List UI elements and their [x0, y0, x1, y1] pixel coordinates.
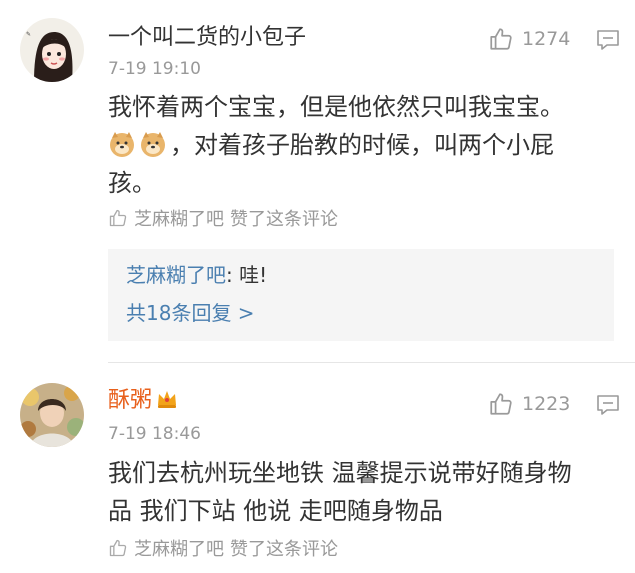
like-button[interactable]: 1223	[488, 391, 570, 417]
liked-by-suffix: 赞了这条评论	[230, 209, 338, 230]
avatar[interactable]: ✎	[20, 18, 84, 82]
comment-icon	[597, 395, 619, 415]
thumbs-up-small-icon	[109, 209, 127, 227]
comment-item: ✎ 一个叫二货的小包子 7-19 19:10 1274 我怀着两个宝宝，但是他依…	[0, 0, 635, 360]
thumbs-up-small-icon	[109, 539, 127, 557]
reply-button[interactable]	[596, 29, 620, 55]
comment-text-line: 我们去杭州玩坐地铁 温馨提示说带好随身物	[108, 459, 572, 487]
username-text: 酥粥	[108, 388, 153, 413]
reply-text: : 哇!	[226, 263, 268, 287]
comment-text-segment: ，对着孩子胎教的时候，叫两个小屁	[170, 131, 554, 159]
comment-icon	[597, 30, 619, 50]
avatar[interactable]	[20, 383, 84, 447]
reply-preview: 芝麻糊了吧: 哇!	[126, 261, 267, 289]
like-count: 1223	[522, 393, 571, 415]
comment-text-line: 我怀着两个宝宝，但是他依然只叫我宝宝。	[108, 93, 564, 121]
reply-author[interactable]: 芝麻糊了吧	[126, 263, 226, 287]
timestamp: 7-19 19:10	[108, 59, 201, 79]
like-count: 1274	[522, 28, 571, 50]
svg-text:✎: ✎	[26, 31, 31, 38]
crown-icon	[156, 389, 178, 409]
username[interactable]: 酥粥	[108, 387, 178, 415]
doge-emoji-icon	[108, 130, 136, 158]
view-replies-link[interactable]: 共18条回复 >	[126, 299, 255, 327]
reply-box: 芝麻糊了吧: 哇! 共18条回复 >	[108, 249, 614, 341]
comment-item: 酥粥 7-19 18:46 1223 我们去杭州玩坐地铁 温馨提示说带好随身物 …	[0, 363, 635, 573]
thumbs-up-icon	[490, 393, 512, 415]
comment-text: 我怀着两个宝宝，但是他依然只叫我宝宝。 ，对着孩子胎教的时候，叫两个小屁 孩。	[108, 88, 608, 202]
thumbs-up-icon	[490, 28, 512, 50]
comment-text-line: 孩。	[108, 169, 156, 197]
liked-by-row: 芝麻糊了吧 赞了这条评论	[108, 535, 338, 561]
liked-by-user[interactable]: 芝麻糊了吧	[134, 535, 224, 561]
comment-text-line: ，对着孩子胎教的时候，叫两个小屁	[108, 126, 608, 164]
doge-emoji-icon	[139, 130, 167, 158]
liked-by-user[interactable]: 芝麻糊了吧	[134, 205, 224, 231]
comment-text-line: 品 我们下站 他说 走吧随身物品	[108, 497, 443, 525]
comment-text: 我们去杭州玩坐地铁 温馨提示说带好随身物 品 我们下站 他说 走吧随身物品	[108, 454, 608, 530]
timestamp: 7-19 18:46	[108, 424, 201, 444]
reply-button[interactable]	[596, 394, 620, 420]
like-button[interactable]: 1274	[488, 26, 570, 52]
username[interactable]: 一个叫二货的小包子	[108, 24, 306, 52]
liked-by-suffix: 赞了这条评论	[230, 539, 338, 560]
liked-by-row: 芝麻糊了吧 赞了这条评论	[108, 205, 338, 231]
